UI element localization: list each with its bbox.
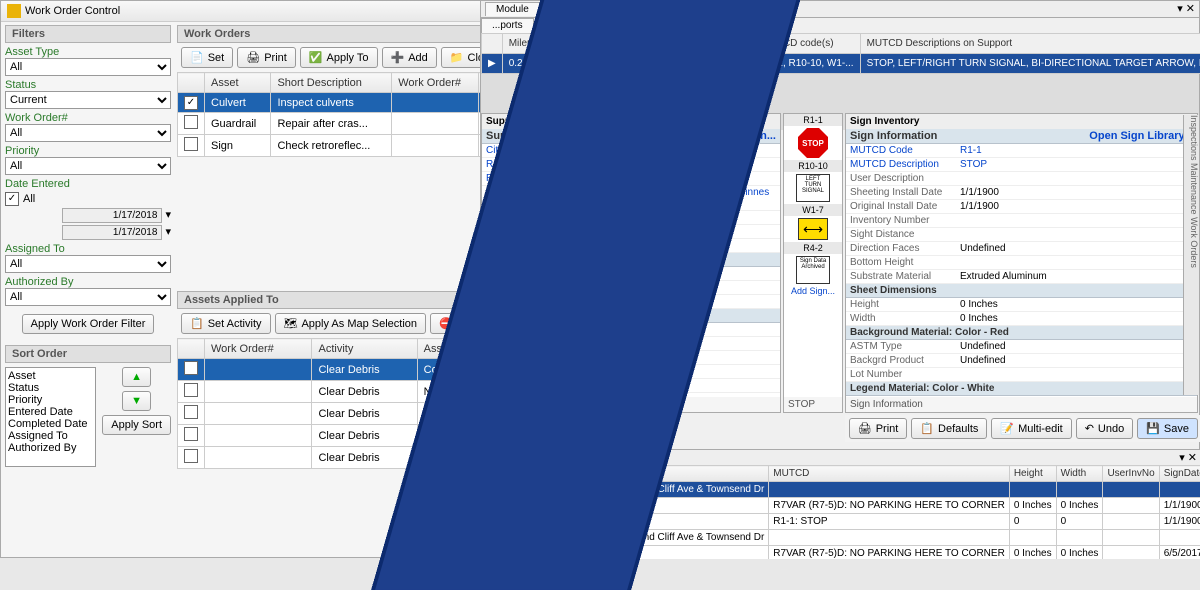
property-row[interactable]: Height0 Inches: [846, 298, 1197, 312]
col-desc[interactable]: Short Description: [271, 73, 392, 93]
set-activity-button[interactable]: 📋 Set Activity: [181, 313, 271, 334]
property-row[interactable]: Sight Distance: [846, 228, 1197, 242]
apply-map-button[interactable]: 🗺 Apply As Map Selection: [275, 313, 427, 334]
property-row[interactable]: Substrate MaterialExtruded Aluminum: [846, 270, 1197, 284]
col-act[interactable]: Activity: [312, 339, 417, 359]
stop-sign-icon[interactable]: STOP: [798, 128, 828, 158]
wo-select[interactable]: All: [5, 124, 171, 142]
priority-select[interactable]: All: [5, 157, 171, 175]
date-all-checkbox[interactable]: [5, 192, 19, 206]
add-sign-link[interactable]: Add Sign...: [784, 286, 842, 296]
col-wo[interactable]: Work Order#: [392, 73, 478, 93]
sort-title: Sort Order: [5, 345, 171, 363]
property-row[interactable]: Lot Number: [846, 368, 1197, 382]
col-asset[interactable]: Asset: [205, 73, 271, 93]
apply-to-button[interactable]: ✅ Apply To: [300, 47, 378, 68]
asset-type-select[interactable]: All: [5, 58, 171, 76]
property-row[interactable]: Inventory Number: [846, 214, 1197, 228]
sort-list[interactable]: AssetStatusPriority Entered DateComplete…: [5, 367, 96, 467]
date-all-label: All: [23, 193, 35, 205]
module-tab[interactable]: Module: [485, 2, 540, 16]
col-wo2[interactable]: Work Order#: [205, 339, 312, 359]
add-button[interactable]: ➕ Add: [382, 47, 437, 68]
authorized-by-select[interactable]: All: [5, 288, 171, 306]
status-label: Status: [5, 79, 171, 91]
move-up-button[interactable]: ▲: [122, 367, 151, 387]
row-checkbox[interactable]: [184, 115, 198, 129]
print-button[interactable]: 🖨 Print: [237, 47, 296, 68]
property-row[interactable]: MUTCD CodeR1-1: [846, 144, 1197, 158]
status-select[interactable]: Current: [5, 91, 171, 109]
date-from-field[interactable]: 1/17/2018: [62, 208, 162, 223]
property-row[interactable]: MUTCD DescriptionSTOP: [846, 158, 1197, 172]
ports-tab[interactable]: ...ports: [481, 18, 534, 33]
undo-button[interactable]: ↶ Undo: [1076, 418, 1134, 439]
move-down-button[interactable]: ▼: [122, 391, 151, 411]
property-row[interactable]: Bottom Height: [846, 256, 1197, 270]
sign-status: Sign Information: [846, 397, 1197, 412]
window-title: Work Order Control: [25, 5, 120, 17]
print2-button[interactable]: 🖨 Print: [849, 418, 908, 439]
assigned-to-label: Assigned To: [5, 243, 171, 255]
property-row[interactable]: Original Install Date1/1/1900: [846, 200, 1197, 214]
apply-filter-button[interactable]: Apply Work Order Filter: [22, 314, 155, 334]
date-to-field[interactable]: 1/17/2018: [62, 225, 162, 240]
row-checkbox[interactable]: [184, 137, 198, 151]
property-row[interactable]: Width0 Inches: [846, 312, 1197, 326]
date-entered-label: Date Entered: [5, 178, 171, 190]
authorized-by-label: Authorized By: [5, 276, 171, 288]
asset-type-label: Asset Type: [5, 46, 171, 58]
defaults-button[interactable]: 📋 Defaults: [911, 418, 987, 439]
multi-edit-button[interactable]: 📝 Multi-edit: [991, 418, 1071, 439]
property-row[interactable]: ASTM TypeUndefined: [846, 340, 1197, 354]
assigned-to-select[interactable]: All: [5, 255, 171, 273]
priority-label: Priority: [5, 145, 171, 157]
property-row[interactable]: Backgrd ProductUndefined: [846, 354, 1197, 368]
sign-inventory-title: Sign Inventory: [846, 114, 1197, 129]
archived-sign-icon[interactable]: Sign Data Archived: [796, 256, 830, 284]
row-checkbox[interactable]: [184, 96, 198, 110]
set-button[interactable]: 📄 Set: [181, 47, 233, 68]
apply-sort-button[interactable]: Apply Sort: [102, 415, 171, 435]
vertical-tabs[interactable]: Inspections Maintenance Work Orders: [1183, 115, 1199, 395]
property-row[interactable]: Direction FacesUndefined: [846, 242, 1197, 256]
open-sign-library-link[interactable]: Open Sign Library...: [1089, 130, 1193, 142]
turn-sign-icon[interactable]: LEFT TURN SIGNAL: [796, 174, 830, 202]
save-button[interactable]: 💾 Save: [1137, 418, 1198, 439]
sign-code-status: STOP: [784, 397, 842, 412]
filters-title: Filters: [5, 25, 171, 43]
app-icon: [7, 4, 21, 18]
arrow-sign-icon[interactable]: ⟷: [798, 218, 828, 240]
property-row[interactable]: Sheeting Install Date1/1/1900: [846, 186, 1197, 200]
wo-label: Work Order#: [5, 112, 171, 124]
property-row[interactable]: User Description: [846, 172, 1197, 186]
